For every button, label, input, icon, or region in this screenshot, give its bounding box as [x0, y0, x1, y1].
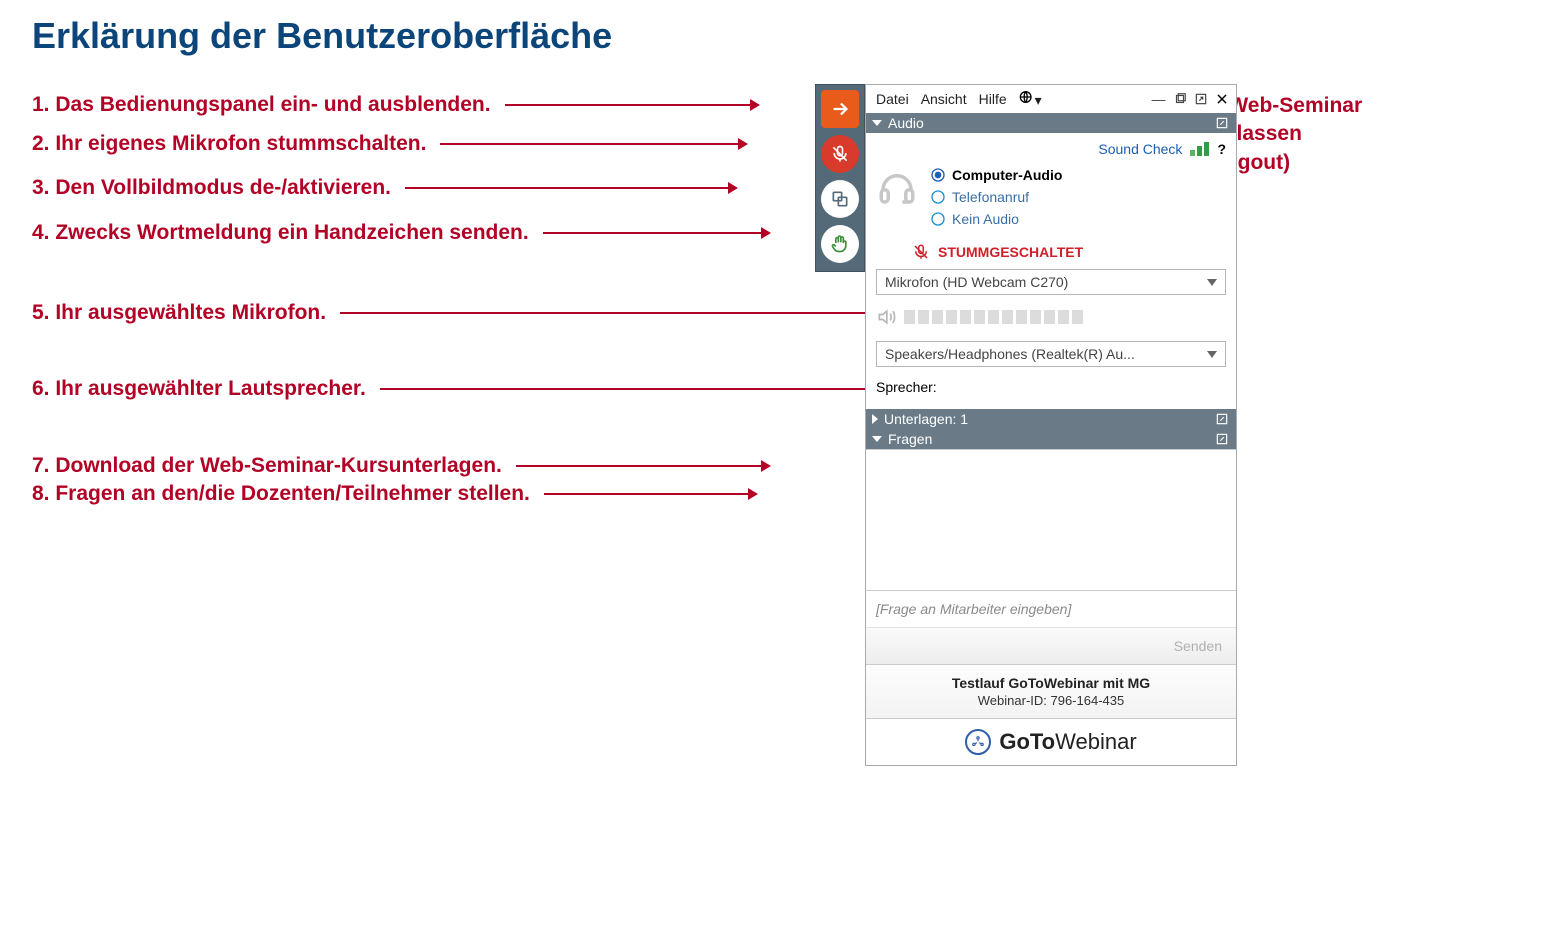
section-audio-header[interactable]: Audio	[866, 113, 1236, 133]
brand-text: GoToWebinar	[999, 729, 1136, 755]
callout-8-text: 8. Fragen an den/die Dozenten/Teilnehmer…	[32, 482, 530, 506]
radio-none[interactable]: Kein Audio	[930, 211, 1062, 227]
page-title: Erklärung der Benutzeroberfläche	[32, 15, 612, 57]
section-fragen-header[interactable]: Fragen	[866, 429, 1236, 449]
arrow-right-icon	[738, 138, 748, 150]
chevron-down-icon	[872, 436, 882, 442]
callout-3-text: 3. Den Vollbildmodus de-/aktivieren.	[32, 176, 391, 200]
menu-datei[interactable]: Datei	[872, 90, 913, 108]
muted-status: STUMMGESCHALTET	[912, 243, 1226, 261]
speaker-icon	[876, 307, 896, 327]
callout-line	[380, 388, 877, 390]
callout-7-text: 7. Download der Web-Seminar-Kursunterlag…	[32, 454, 502, 478]
sound-check-link[interactable]: Sound Check	[1098, 141, 1182, 157]
popout-icon[interactable]	[1214, 411, 1230, 427]
webinar-panel: Datei Ansicht Hilfe ▾ —	[815, 84, 1237, 766]
chevron-right-icon	[872, 414, 878, 424]
radio-phone[interactable]: Telefonanruf	[930, 189, 1062, 205]
chevron-down-icon	[1207, 351, 1217, 358]
radio-phone-label: Telefonanruf	[952, 189, 1029, 205]
webinar-title: Testlauf GoToWebinar mit MG	[872, 675, 1230, 691]
callout-4-text: 4. Zwecks Wortmeldung ein Handzeichen se…	[32, 221, 529, 245]
section-audio-label: Audio	[888, 115, 924, 131]
brand-row: GoToWebinar	[866, 718, 1236, 765]
arrow-right-icon	[761, 460, 771, 472]
callout-line	[544, 493, 748, 495]
mic-select-value: Mikrofon (HD Webcam C270)	[885, 274, 1068, 290]
callout-5: 5. Ihr ausgewähltes Mikrofon.	[32, 301, 875, 325]
radio-computer-audio-label: Computer-Audio	[952, 167, 1062, 183]
callout-line	[405, 187, 728, 189]
callout-5-text: 5. Ihr ausgewähltes Mikrofon.	[32, 301, 326, 325]
callout-1-text: 1. Das Bedienungspanel ein- und ausblend…	[32, 93, 491, 117]
signal-bars-icon	[1190, 142, 1209, 156]
close-button[interactable]	[1213, 91, 1230, 108]
arrow-right-icon	[728, 182, 738, 194]
questions-area	[866, 449, 1236, 590]
section-unterlagen-label: Unterlagen: 1	[884, 411, 968, 427]
arrow-right-icon	[750, 99, 760, 111]
callout-7: 7. Download der Web-Seminar-Kursunterlag…	[32, 454, 771, 478]
send-button[interactable]: Senden	[866, 627, 1236, 664]
brand-icon	[965, 729, 991, 755]
language-button[interactable]: ▾	[1015, 88, 1046, 110]
arrow-right-icon	[761, 227, 771, 239]
audio-body: Sound Check ? Computer-Audio	[866, 133, 1236, 409]
speaker-label: Sprecher:	[876, 379, 1226, 395]
raise-hand-button[interactable]	[821, 225, 859, 263]
callout-line	[340, 312, 865, 314]
arrow-right-icon	[748, 488, 758, 500]
section-unterlagen-header[interactable]: Unterlagen: 1	[866, 409, 1236, 429]
popout-icon[interactable]	[1214, 115, 1230, 131]
callout-line	[440, 143, 738, 145]
speaker-select[interactable]: Speakers/Headphones (Realtek(R) Au...	[876, 341, 1226, 367]
callout-8: 8. Fragen an den/die Dozenten/Teilnehmer…	[32, 482, 758, 506]
radio-none-label: Kein Audio	[952, 211, 1019, 227]
radio-computer-audio[interactable]: Computer-Audio	[930, 167, 1062, 183]
muted-label: STUMMGESCHALTET	[938, 244, 1083, 260]
callout-line	[505, 104, 750, 106]
callout-4: 4. Zwecks Wortmeldung ein Handzeichen se…	[32, 221, 771, 245]
output-level	[876, 307, 1226, 327]
popout-icon[interactable]	[1214, 431, 1230, 447]
fullscreen-button[interactable]	[821, 180, 859, 218]
chevron-down-icon	[872, 120, 882, 126]
minimize-button[interactable]: —	[1150, 91, 1167, 108]
chevron-down-icon	[1207, 279, 1217, 286]
callout-line	[543, 232, 761, 234]
callout-6: 6. Ihr ausgewählter Lautsprecher.	[32, 377, 887, 401]
webinar-id: Webinar-ID: 796-164-435	[872, 693, 1230, 708]
callout-2-text: 2. Ihr eigenes Mikrofon stummschalten.	[32, 132, 426, 156]
toggle-panel-button[interactable]	[821, 90, 859, 128]
menu-hilfe[interactable]: Hilfe	[975, 90, 1011, 108]
menu-ansicht[interactable]: Ansicht	[917, 90, 971, 108]
callout-line	[516, 465, 761, 467]
dock-button[interactable]	[1171, 91, 1188, 108]
callout-2: 2. Ihr eigenes Mikrofon stummschalten.	[32, 132, 748, 156]
tool-column	[815, 84, 865, 272]
help-icon[interactable]: ?	[1217, 141, 1226, 157]
callout-6-text: 6. Ihr ausgewählter Lautsprecher.	[32, 377, 366, 401]
question-input[interactable]: [Frage an Mitarbeiter eingeben]	[866, 590, 1236, 627]
mute-mic-button[interactable]	[821, 135, 859, 173]
webinar-footer: Testlauf GoToWebinar mit MG Webinar-ID: …	[866, 664, 1236, 718]
callout-1: 1. Das Bedienungspanel ein- und ausblend…	[32, 93, 760, 117]
mic-select[interactable]: Mikrofon (HD Webcam C270)	[876, 269, 1226, 295]
headset-icon	[876, 167, 918, 209]
popout-button[interactable]	[1192, 91, 1209, 108]
mic-muted-icon	[912, 243, 930, 261]
section-fragen-label: Fragen	[888, 431, 932, 447]
main-panel: Datei Ansicht Hilfe ▾ —	[865, 84, 1237, 766]
speaker-select-value: Speakers/Headphones (Realtek(R) Au...	[885, 346, 1135, 362]
menubar: Datei Ansicht Hilfe ▾ —	[866, 85, 1236, 113]
callout-3: 3. Den Vollbildmodus de-/aktivieren.	[32, 176, 738, 200]
